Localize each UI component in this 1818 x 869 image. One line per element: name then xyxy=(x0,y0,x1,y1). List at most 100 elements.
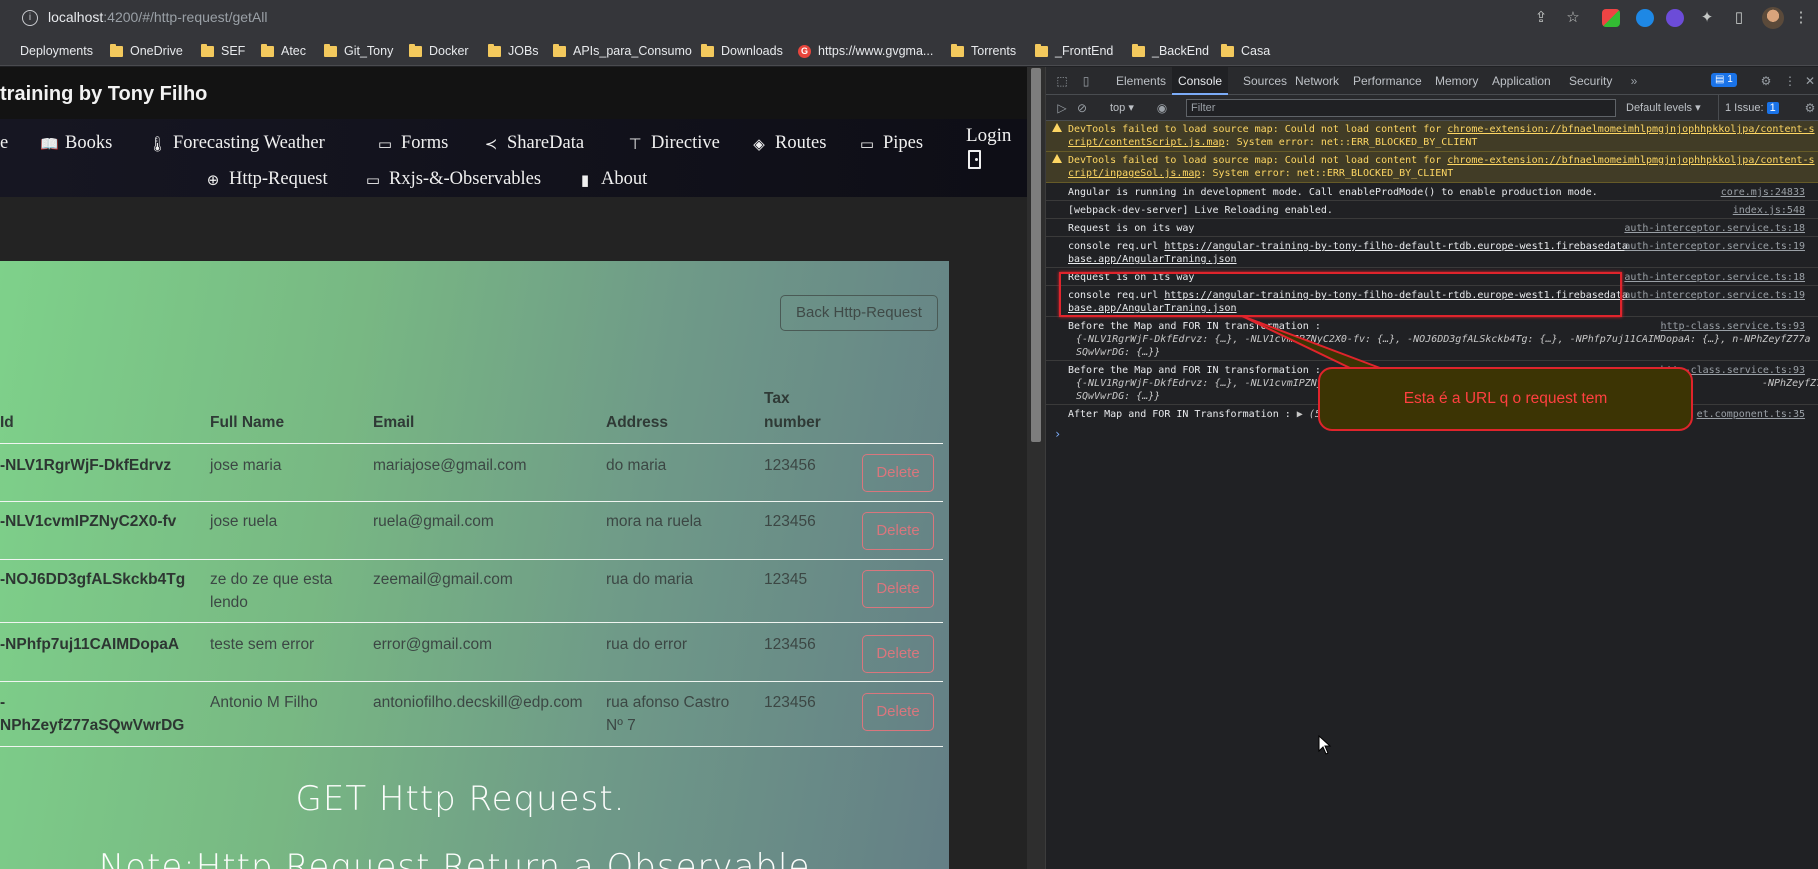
tab-sources[interactable]: Sources xyxy=(1243,67,1287,95)
tab-network[interactable]: Network xyxy=(1295,67,1339,95)
login-link[interactable]: Login xyxy=(966,125,1011,147)
delete-button[interactable]: Delete xyxy=(862,512,934,550)
nav-item-weather[interactable]: 🌡 Forecasting Weather xyxy=(148,133,325,154)
inspect-element-icon[interactable]: ⬚ xyxy=(1054,73,1070,89)
brand-title[interactable]: training by Tony Filho xyxy=(0,83,207,106)
log-source-link[interactable]: http-class.service.ts:93 xyxy=(1661,320,1806,333)
log-link[interactable]: chrome-extension://bfnaelmomeimhlpmgjnjo… xyxy=(1447,155,1814,166)
bookmark-item[interactable]: _FrontEnd xyxy=(1035,42,1113,60)
log-link[interactable]: https://angular-training-by-tony-filho-d… xyxy=(1164,241,1628,252)
nav-item-pipes[interactable]: ▭ Pipes xyxy=(858,133,923,154)
bookmark-item[interactable]: Ghttps://www.gvgma... xyxy=(798,42,933,60)
tab-performance[interactable]: Performance xyxy=(1353,67,1422,95)
back-http-request-button[interactable]: Back Http-Request xyxy=(780,295,938,331)
nav-item-sharedata[interactable]: ≺ ShareData xyxy=(482,133,584,154)
share-icon: ≺ xyxy=(484,134,498,153)
extension-icon[interactable] xyxy=(1636,9,1654,27)
cell-email: zeemail@gmail.com xyxy=(373,571,513,588)
nav-item-directive[interactable]: ⊤ Directive xyxy=(626,133,719,154)
nav-item-partial[interactable]: e xyxy=(0,133,8,154)
more-tabs-icon[interactable]: » xyxy=(1626,73,1642,89)
globe-icon: ⊕ xyxy=(206,170,220,189)
log-link[interactable]: cript/inpageSol.js.map xyxy=(1068,168,1200,179)
clear-console-icon[interactable]: ⊘ xyxy=(1074,100,1090,116)
share-icon[interactable]: ⇪ xyxy=(1532,9,1550,27)
log-link[interactable]: cript/contentScript.js.map xyxy=(1068,137,1225,148)
delete-button[interactable]: Delete xyxy=(862,570,934,608)
eye-icon[interactable]: ◉ xyxy=(1154,100,1170,116)
log-source-link[interactable]: index.js:548 xyxy=(1733,204,1805,217)
page-scrollbar-thumb[interactable] xyxy=(1031,68,1041,442)
console-filter-input[interactable]: Filter xyxy=(1186,99,1616,117)
close-icon[interactable]: ✕ xyxy=(1802,73,1818,89)
messages-badge[interactable]: ▤ 1 xyxy=(1711,73,1737,87)
nav-item-about[interactable]: ▮ About xyxy=(576,169,647,190)
tab-memory[interactable]: Memory xyxy=(1435,67,1478,95)
col-header-fullname: Full Name xyxy=(210,414,285,431)
log-link[interactable]: chrome-extension://bfnaelmomeimhlpmgjnjo… xyxy=(1447,124,1814,135)
profile-avatar[interactable] xyxy=(1762,7,1784,29)
extensions-puzzle-icon[interactable]: ✦ xyxy=(1698,9,1716,27)
heading-get-http-request: GET Http Request. xyxy=(295,779,626,819)
bookmark-item[interactable]: Docker xyxy=(409,42,469,60)
extension-icon[interactable] xyxy=(1666,9,1684,27)
bookmark-item[interactable]: _BackEnd xyxy=(1132,42,1209,60)
tab-console[interactable]: Console xyxy=(1172,67,1229,95)
tab-elements[interactable]: Elements xyxy=(1116,67,1166,95)
tab-application[interactable]: Application xyxy=(1492,67,1551,95)
console-prompt[interactable]: › xyxy=(1054,427,1061,441)
log-source-link[interactable]: core.mjs:24833 xyxy=(1721,186,1805,199)
tab-security[interactable]: Security xyxy=(1569,67,1612,95)
log-source-link[interactable]: auth-interceptor.service.ts:19 xyxy=(1624,289,1805,302)
bookmark-item[interactable]: Deployments xyxy=(4,42,93,60)
log-source-link[interactable]: auth-interceptor.service.ts:18 xyxy=(1624,222,1805,235)
log-object[interactable]: -NPhZeyfZ77a xyxy=(1762,377,1818,390)
cell-email: mariajose@gmail.com xyxy=(373,457,527,474)
url-field[interactable]: localhost:4200/#/http-request/getAll xyxy=(48,9,268,25)
side-panel-icon[interactable]: ▯ xyxy=(1730,9,1748,27)
log-source-link[interactable]: auth-interceptor.service.ts:18 xyxy=(1624,271,1805,284)
log-levels-select[interactable]: Default levels ▾ xyxy=(1626,95,1701,121)
bookmark-item[interactable]: SEF xyxy=(201,42,245,60)
extension-icon[interactable] xyxy=(1602,9,1620,27)
delete-button[interactable]: Delete xyxy=(862,635,934,673)
log-source-link[interactable]: auth-interceptor.service.ts:19 xyxy=(1624,240,1805,253)
bookmark-item[interactable]: JOBs xyxy=(488,42,539,60)
bookmark-star-icon[interactable]: ☆ xyxy=(1564,9,1582,27)
bookmark-item[interactable]: APIs_para_Consumo xyxy=(553,42,692,60)
bookmark-item[interactable]: OneDrive xyxy=(110,42,183,60)
bookmark-item[interactable]: Downloads xyxy=(701,42,783,60)
issues-counter[interactable]: 1 Issue: 1 xyxy=(1718,95,1779,121)
log-object[interactable]: {-NLV1RgrWjF-DkfEdrvz: {…}, -NLV1cvmIPZN… xyxy=(1076,333,1811,346)
bookmark-item[interactable]: Torrents xyxy=(951,42,1016,60)
nav-item-rxjs[interactable]: ▭ Rxjs-&-Observables xyxy=(364,169,541,190)
bookmark-label: _BackEnd xyxy=(1152,44,1209,58)
context-select[interactable]: top ▾ xyxy=(1110,95,1134,121)
kebab-menu-icon[interactable]: ⋮ xyxy=(1782,73,1798,89)
log-text: After Map and FOR IN Transformation : xyxy=(1068,409,1291,420)
door-icon[interactable] xyxy=(968,150,981,169)
bookmark-item[interactable]: Atec xyxy=(261,42,306,60)
cell-email: error@gmail.com xyxy=(373,636,493,653)
nav-item-http-request[interactable]: ⊕ Http-Request xyxy=(204,169,328,190)
log-source-link[interactable]: et.component.ts:35 xyxy=(1697,408,1805,421)
cell-id: -NOJ6DD3gfALSkckb4Tg xyxy=(0,571,186,588)
menu-kebab-icon[interactable]: ⋮ xyxy=(1792,9,1810,27)
cell-name: Antonio M Filho xyxy=(210,694,318,711)
delete-button[interactable]: Delete xyxy=(862,454,934,492)
log-link[interactable]: base.app/AngularTraning.json xyxy=(1068,254,1237,265)
log-object[interactable]: SQwVwrDG: {…}} xyxy=(1076,390,1160,403)
sidebar-toggle-icon[interactable]: ▷ xyxy=(1054,100,1070,116)
site-info-icon[interactable]: i xyxy=(22,10,38,26)
log-object[interactable]: SQwVwrDG: {…}} xyxy=(1076,346,1160,359)
console-settings-icon[interactable]: ⚙ xyxy=(1802,100,1818,116)
bookmark-item[interactable]: Casa xyxy=(1221,42,1270,60)
delete-button[interactable]: Delete xyxy=(862,693,934,731)
table-divider xyxy=(0,443,943,444)
settings-gear-icon[interactable]: ⚙ xyxy=(1758,73,1774,89)
nav-item-forms[interactable]: ▭ Forms xyxy=(376,133,448,154)
nav-item-books[interactable]: 📖 Books xyxy=(40,133,112,154)
nav-item-routes[interactable]: ◈ Routes xyxy=(750,133,826,154)
device-toolbar-icon[interactable]: ▯ xyxy=(1078,73,1094,89)
bookmark-item[interactable]: Git_Tony xyxy=(324,42,393,60)
